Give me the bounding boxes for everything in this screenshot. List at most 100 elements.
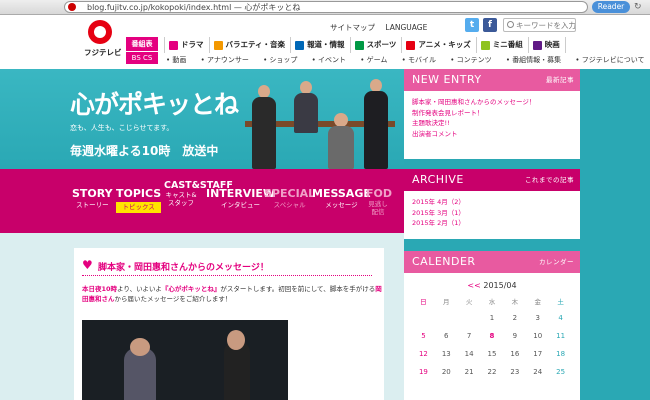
reload-icon[interactable]: ↻	[634, 2, 642, 12]
calendar-day: 25	[556, 368, 566, 376]
twitter-icon[interactable]: t	[465, 18, 479, 32]
subnav-item[interactable]: • アナウンサー	[201, 56, 255, 64]
language-link[interactable]: LANGUAGE	[385, 23, 427, 32]
article-photo	[82, 320, 288, 400]
calendar-day: 9	[512, 332, 518, 340]
calendar-day: 17	[533, 350, 543, 358]
archive-item[interactable]: 2015年 2月（1）	[412, 218, 572, 229]
calendar-prev-link[interactable]: <<	[467, 281, 480, 290]
subnav-item[interactable]: • ショップ	[263, 56, 303, 64]
calendar-day	[435, 309, 458, 327]
calendar-day: 13	[441, 350, 451, 358]
main-nav: ドラマ バラエティ・音楽 報道・情報 スポーツ アニメ・キッズ ミニ番組 映画	[164, 37, 566, 53]
sub-nav: • 動画 • アナウンサー • ショップ • イベント • ゲーム • モバイル…	[166, 55, 650, 65]
archive-more-link[interactable]: これまでの記事	[525, 169, 574, 191]
calendar-day: 14	[464, 350, 474, 358]
topic-label: MESSAGE	[312, 187, 371, 200]
calendar-dow: 金	[534, 298, 541, 306]
calendar-day: 24	[533, 368, 543, 376]
subnav-item[interactable]: • フジテレビについて	[575, 56, 650, 64]
nav-sports[interactable]: スポーツ	[351, 37, 403, 53]
calendar-dow: 水	[488, 298, 496, 306]
photo-figure	[224, 342, 250, 400]
new-entry-item[interactable]: 脚本家・岡田惠和さんからのメッセージ！	[412, 97, 572, 108]
cast-figure	[364, 91, 388, 169]
bangumi-button[interactable]: 番組表	[126, 37, 158, 51]
topic-story[interactable]: STORY ストーリー	[72, 187, 113, 211]
nav-anime[interactable]: アニメ・キッズ	[402, 37, 477, 53]
nav-mini[interactable]: ミニ番組	[477, 37, 529, 53]
calendar-dow: 火	[465, 298, 473, 306]
news-icon	[295, 40, 305, 50]
calendar-day[interactable]: 8	[481, 327, 504, 345]
article: ♥ 脚本家・岡田惠和さんからのメッセージ！ 本日夜10時より、いよいよ『心がポキ…	[74, 248, 384, 400]
new-entry-item[interactable]: 主題歌決定!!	[412, 118, 572, 129]
calendar-day	[412, 309, 435, 327]
anime-icon	[406, 40, 416, 50]
subnav-item[interactable]: • ゲーム	[360, 56, 393, 64]
subnav-item[interactable]: • コンテンツ	[450, 56, 497, 64]
calendar-day: 3	[535, 314, 540, 322]
facebook-icon[interactable]: f	[483, 18, 497, 32]
new-entry-list: 脚本家・岡田惠和さんからのメッセージ！ 制作発表会見レポート！ 主題歌決定!! …	[404, 91, 580, 145]
cast-photo	[240, 73, 400, 169]
archive-list: 2015年 4月（2） 2015年 3月（1） 2015年 2月（1）	[404, 191, 580, 235]
article-body: 本日夜10時より、いよいよ『心がポキッとね』がスタートします。初回を前にして、脚…	[82, 284, 382, 304]
nav-news[interactable]: 報道・情報	[291, 37, 351, 53]
calendar-day: 18	[556, 350, 566, 358]
nav-drama[interactable]: ドラマ	[164, 37, 210, 53]
calendar-day: 5	[421, 332, 426, 340]
fujitv-logo[interactable]: フジテレビ	[84, 20, 122, 64]
archive-header: ARCHIVE これまでの記事	[404, 169, 580, 191]
topic-cast-staff[interactable]: CAST&STAFF キャスト&スタッフ	[164, 181, 233, 208]
bscs-button[interactable]: BS CS	[126, 52, 158, 64]
subnav-item[interactable]: • 番組情報・募集	[506, 56, 567, 64]
subnav-item[interactable]: • イベント	[312, 56, 352, 64]
calendar-day: 19	[418, 368, 428, 376]
top-links: サイトマップ LANGUAGE	[330, 22, 435, 33]
topic-sublabel: キャスト&スタッフ	[165, 191, 197, 207]
calendar-title: CALENDER	[412, 255, 476, 268]
hero-airtime: 毎週水曜よる10時 放送中	[70, 144, 219, 158]
calendar-month-bar: << 2015/04	[404, 273, 580, 295]
calendar-day: 12	[418, 350, 428, 358]
topic-special[interactable]: SPECIAL スペシャル	[264, 187, 315, 211]
topic-topics[interactable]: TOPICS トピックス	[116, 187, 162, 213]
nav-variety[interactable]: バラエティ・音楽	[210, 37, 292, 53]
sitemap-link[interactable]: サイトマップ	[330, 23, 375, 32]
broken-heart-icon: ♥	[82, 258, 93, 272]
calendar-day: 23	[510, 368, 520, 376]
article-text: から届いたメッセージをご紹介します！	[114, 295, 232, 303]
topic-message[interactable]: MESSAGE メッセージ	[312, 187, 371, 211]
calendar-more-link[interactable]: カレンダー	[539, 251, 574, 273]
article-title-bar: ♥ 脚本家・岡田惠和さんからのメッセージ！	[82, 258, 372, 276]
archive-item[interactable]: 2015年 3月（1）	[412, 208, 572, 219]
calendar-day: 15	[487, 350, 497, 358]
reader-button[interactable]: Reader	[592, 1, 630, 13]
sports-icon	[354, 40, 364, 50]
address-bar[interactable]: blog.fujitv.co.jp/kokopoki/index.html — …	[64, 1, 588, 13]
variety-icon	[213, 40, 223, 50]
new-entry-item[interactable]: 制作発表会見レポート！	[412, 108, 572, 119]
logo-eye-icon	[88, 20, 112, 44]
new-entry-more-link[interactable]: 最新記事	[546, 69, 574, 91]
topic-sublabel: ストーリー	[76, 201, 109, 209]
article-highlight: 『心がポキッとね』	[161, 285, 221, 293]
topic-nav: STORY ストーリー TOPICS トピックス CAST&STAFF キャスト…	[0, 169, 404, 233]
archive-title: ARCHIVE	[412, 173, 464, 186]
cast-figure	[252, 97, 276, 169]
photo-head	[227, 330, 245, 350]
logo-text: フジテレビ	[84, 48, 122, 57]
nav-movie[interactable]: 映画	[529, 37, 566, 53]
new-entry-item[interactable]: 出演者コメント	[412, 129, 572, 140]
topic-fod[interactable]: FOD 見逃し配信	[366, 187, 392, 216]
subnav-item[interactable]: • モバイル	[402, 56, 442, 64]
calendar-header: CALENDER カレンダー	[404, 251, 580, 273]
topic-sublabel: スペシャル	[273, 201, 306, 209]
subnav-item[interactable]: • 動画	[166, 56, 192, 64]
article-highlight: 本日夜10時	[82, 285, 118, 293]
calendar-day: 11	[556, 332, 566, 340]
calendar-day: 16	[510, 350, 520, 358]
archive-item[interactable]: 2015年 4月（2）	[412, 197, 572, 208]
archive-box: ARCHIVE これまでの記事 2015年 4月（2） 2015年 3月（1） …	[404, 169, 580, 239]
